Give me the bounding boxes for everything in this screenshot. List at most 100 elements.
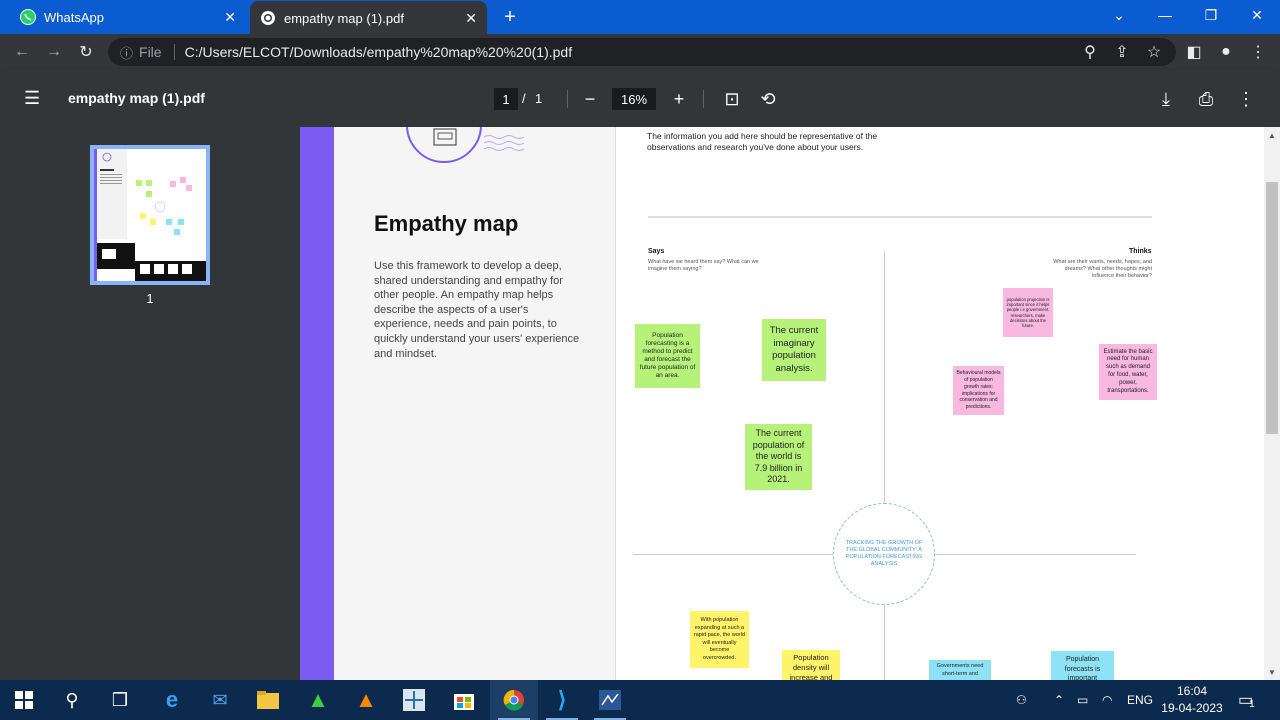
show-hidden-icons-icon[interactable]: ⌃ <box>1054 680 1064 720</box>
info-icon[interactable]: ⓘ <box>120 43 133 62</box>
address-bar[interactable]: ⓘ File C:/Users/ELCOT/Downloads/empathy%… <box>108 38 1176 66</box>
scroll-down-icon[interactable]: ▼ <box>1264 664 1280 680</box>
download-icon[interactable]: ⤓ <box>1154 87 1178 111</box>
new-tab-button[interactable]: + <box>500 6 520 29</box>
info-text: The information you add here should be r… <box>647 131 878 152</box>
restore-button[interactable]: ❐ <box>1188 0 1234 30</box>
zoom-input[interactable]: 16% <box>612 88 656 110</box>
note-text: Estimate the basic need for human such a… <box>1103 348 1153 394</box>
microsoft-store-icon[interactable] <box>440 680 488 720</box>
chrome-icon[interactable] <box>490 680 538 720</box>
sticky-note: The current imaginary population analysi… <box>762 319 826 381</box>
page-thumbnail[interactable] <box>90 145 210 285</box>
sticky-note: Population forecasts is important <box>1051 651 1114 680</box>
language-indicator[interactable]: ENG <box>1127 680 1153 720</box>
app-green-triangle-icon[interactable]: ▲ <box>294 680 342 720</box>
scroll-up-icon[interactable]: ▲ <box>1264 127 1280 143</box>
rotate-icon[interactable]: ⟲ <box>756 87 780 111</box>
sticky-note: The current population of the world is 7… <box>745 424 812 490</box>
pdf-page: Empathy map Use this framework to develo… <box>300 127 1264 680</box>
scheme-label: File <box>139 44 162 60</box>
zoom-out-icon[interactable]: − <box>578 87 602 111</box>
task-view-icon[interactable]: ❒ <box>96 680 144 720</box>
sticky-note: Population density will increase and <box>782 650 840 680</box>
side-panel-icon[interactable]: ◧ <box>1182 40 1206 64</box>
browser-toolbar: ← → ↻ ⓘ File C:/Users/ELCOT/Downloads/em… <box>0 34 1280 70</box>
close-tab-icon[interactable]: ✕ <box>465 10 477 27</box>
more-menu-icon[interactable]: ⋮ <box>1246 40 1270 64</box>
center-topic-circle: TRACKING THE GROWTH OF THE GLOBAL COMMUN… <box>833 503 935 605</box>
tab-whatsapp[interactable]: WhatsApp ✕ <box>0 0 246 34</box>
tab-title: WhatsApp <box>44 9 104 25</box>
vlc-player-icon[interactable]: ▲ <box>342 680 390 720</box>
divider <box>703 90 704 108</box>
says-subtitle: What have we heard them say? What can we… <box>648 259 759 272</box>
divider <box>567 90 568 108</box>
sticky-note: Behavioural models of population growth … <box>953 366 1004 415</box>
date: 19-04-2023 <box>1161 701 1223 715</box>
note-text: Governments need short-term and <box>936 663 984 677</box>
says-heading: Says <box>648 248 665 255</box>
page-separator: / <box>522 91 526 106</box>
file-explorer-icon[interactable] <box>244 680 292 720</box>
battery-icon[interactable]: ▭ <box>1077 680 1088 720</box>
thinks-heading: Thinks <box>1129 248 1152 255</box>
url-text: C:/Users/ELCOT/Downloads/empathy%20map%2… <box>184 44 573 60</box>
hamburger-menu-icon[interactable]: ☰ <box>24 88 44 108</box>
pdf-more-icon[interactable]: ⋮ <box>1234 87 1258 111</box>
whatsapp-icon <box>20 9 36 25</box>
sticky-note: population projection is important since… <box>1003 288 1053 337</box>
sticky-note: Estimate the basic need for human such a… <box>1099 344 1157 400</box>
note-text: population projection is important since… <box>1006 296 1050 328</box>
snipping-tool-icon[interactable] <box>586 680 634 720</box>
note-text: The current population of the world is 7… <box>752 428 805 485</box>
clock[interactable]: 16:04 19-04-2023 <box>1158 683 1226 717</box>
notification-center-icon[interactable]: ▭ 1 <box>1238 680 1255 720</box>
close-tab-icon[interactable]: ✕ <box>224 9 236 26</box>
tab-strip: WhatsApp ✕ empathy map (1).pdf ✕ + ⌄ — ❐… <box>0 0 1280 35</box>
reload-icon[interactable]: ↻ <box>74 40 98 64</box>
profile-icon[interactable]: ● <box>1214 40 1238 64</box>
scrollbar-thumb[interactable] <box>1266 182 1278 434</box>
people-icon[interactable]: ⚇ <box>1016 680 1027 720</box>
sticky-note: With population expanding at such a rapi… <box>690 611 749 668</box>
windows-start-icon[interactable] <box>0 680 48 720</box>
sticky-note: Population forecasting is a method to pr… <box>635 324 700 388</box>
fit-page-icon[interactable]: ⊡ <box>720 87 744 111</box>
tab-empathy-map[interactable]: empathy map (1).pdf ✕ <box>250 1 487 35</box>
empathy-map-description: Use this framework to develop a deep, sh… <box>374 260 580 360</box>
accent-bar <box>300 127 334 680</box>
tab-title: empathy map (1).pdf <box>284 10 404 26</box>
print-icon[interactable]: ⎙ <box>1194 87 1218 111</box>
wave-decoration-icon <box>484 135 524 151</box>
search-icon[interactable]: ⚲ <box>48 680 96 720</box>
wifi-icon[interactable]: ◠ <box>1102 680 1112 720</box>
vscode-icon[interactable]: ⟩ <box>538 680 586 720</box>
center-topic-label: TRACKING THE GROWTH OF THE GLOBAL COMMUN… <box>845 540 923 567</box>
globe-icon <box>260 10 276 26</box>
minimize-button[interactable]: — <box>1142 0 1188 30</box>
close-window-button[interactable]: ✕ <box>1234 0 1280 30</box>
note-text: Population density will increase and <box>789 653 833 680</box>
document-viewport[interactable]: Empathy map Use this framework to develo… <box>300 127 1264 680</box>
sticky-note: Governments need short-term and <box>929 660 991 680</box>
windows-taskbar: ⚲ ❒ e ✉ ▲ ▲ ⟩ ⚇ ⌃ ▭ ◠ ENG 16:04 19-04-20… <box>0 680 1280 720</box>
note-text: Behavioural models of population growth … <box>956 370 1001 411</box>
tab-search-icon[interactable]: ⌄ <box>1096 0 1142 30</box>
app-grid-icon[interactable] <box>390 680 438 720</box>
note-text: The current imaginary population analysi… <box>769 325 819 374</box>
share-icon[interactable]: ⇪ <box>1110 40 1134 64</box>
mail-icon[interactable]: ✉ <box>196 680 244 720</box>
forward-icon[interactable]: → <box>42 40 66 64</box>
total-pages: 1 <box>535 91 543 106</box>
pdf-title: empathy map (1).pdf <box>68 90 205 106</box>
note-text: With population expanding at such a rapi… <box>693 617 746 661</box>
bookmark-star-icon[interactable]: ☆ <box>1142 40 1166 64</box>
note-text: Population forecasting is a method to pr… <box>639 332 696 379</box>
zoom-in-icon[interactable]: + <box>667 87 691 111</box>
edge-browser-icon[interactable]: e <box>148 680 196 720</box>
zoom-icon[interactable]: ⚲ <box>1078 40 1102 64</box>
page-number-input[interactable]: 1 <box>494 88 518 110</box>
thumbnail-sidebar: 1 <box>0 127 300 680</box>
back-icon[interactable]: ← <box>10 40 34 64</box>
